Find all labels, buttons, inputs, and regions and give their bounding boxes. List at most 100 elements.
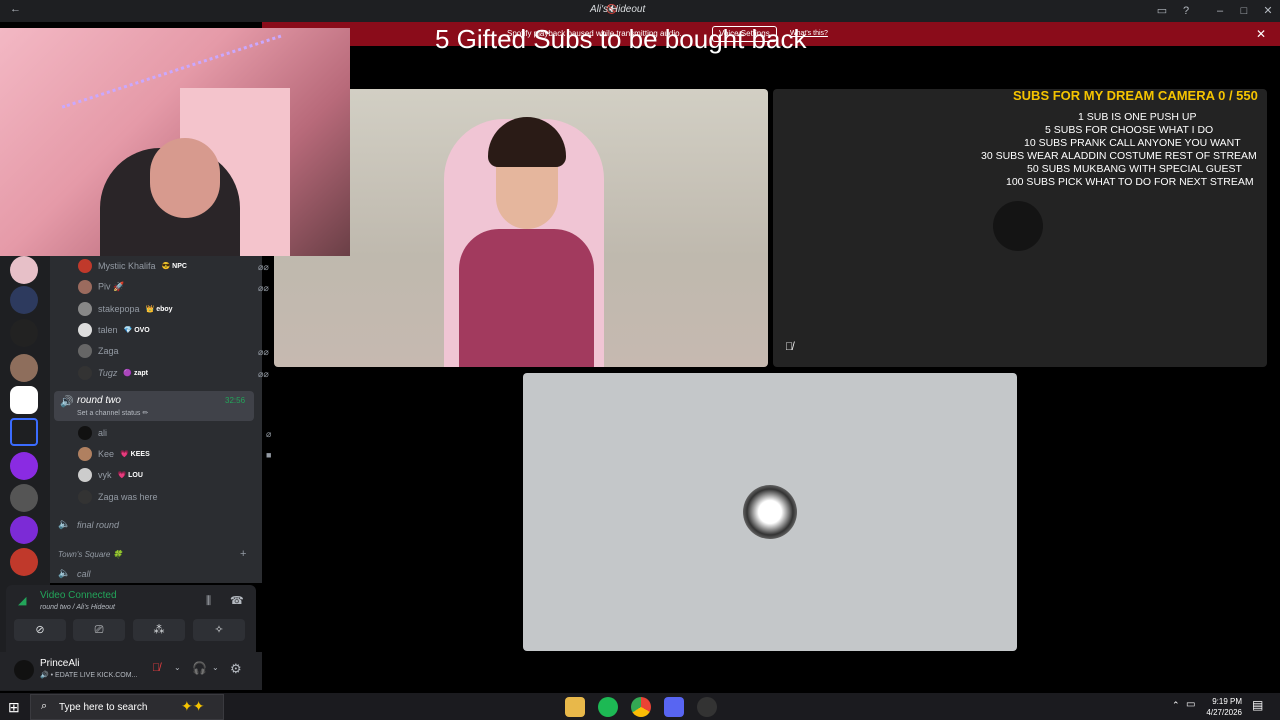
member-tag: 👑 eboy [145,306,173,313]
category-towns-square[interactable]: Town's Square 🍀 [58,550,123,559]
taskbar-search[interactable]: ⌕ Type here to search ✦✦ [30,694,224,720]
mic-muted-icon: 🎙̸ [785,341,794,353]
voice-location[interactable]: round two / Ali's Hideout [40,604,115,611]
chrome-icon[interactable] [631,697,651,717]
subs-line: 30 SUBS WEAR ALADDIN COSTUME REST OF STR… [981,150,1257,162]
server-icon[interactable] [10,386,38,414]
clock-time: 9:19 PM [1212,697,1242,706]
voice-member[interactable]: Zaga ⌀⌀ [28,344,269,364]
subs-goal-title: SUBS FOR MY DREAM CAMERA 0 / 550 [1013,88,1258,103]
member-name: talen [98,325,118,335]
noise-suppression-icon[interactable]: ⫼ [206,595,211,608]
mic-muted-icon: ⌀⌀ [258,369,269,379]
file-explorer-icon[interactable] [565,697,585,717]
member-tag: 💎 OVO [123,327,150,334]
member-name: stakepopa [98,304,140,314]
obs-icon[interactable] [697,697,717,717]
member-name: Kee [98,449,115,459]
chevron-down-icon[interactable]: ⌄ [174,663,181,672]
connection-signal-icon[interactable]: ◢ [18,594,26,607]
member-tag: 🟣 zapt [123,370,149,377]
member-name: ali [98,428,108,438]
search-icon: ⌕ [41,700,48,712]
webcam-overlay [0,28,350,256]
member-name: Zaga [98,346,119,356]
title-bar: ← 🔇 Ali's Hideout ▭ ? – □ ✕ [0,0,1280,22]
user-avatar [993,201,1043,251]
avatar [78,490,92,504]
subs-line: 100 SUBS PICK WHAT TO DO FOR NEXT STREAM [1006,176,1254,188]
camera-off-icon[interactable]: ⊘ [14,619,66,641]
close-notice-icon[interactable]: ✕ [1256,27,1266,41]
voice-member[interactable]: Mystiic Khalifa 😎 NPC ⌀⌀ [28,259,269,279]
channel-name: round two [77,395,121,406]
voice-status: Video Connected [40,590,117,601]
speaker-icon: 🔈 [58,519,71,530]
member-name: Tugz [98,368,118,378]
soundboard-icon[interactable]: ✧ [193,619,245,641]
member-tag: 💗 LOU [117,472,143,479]
notifications-icon[interactable]: ▤ [1252,698,1263,712]
voice-member[interactable]: Zaga was here [28,490,158,510]
call-timer: 32:56 [225,396,246,405]
speaker-icon: 🔈 [58,568,71,579]
mic-muted-icon[interactable]: 🎙̸ [152,662,160,674]
user-panel: PrinceAli 🔊 • EDATE LIVE KICK.COM... 🎙̸ … [0,652,262,690]
avatar [78,366,92,380]
close-window-icon[interactable]: ✕ [1260,3,1276,19]
avatar [78,280,92,294]
avatar [78,259,92,273]
maximize-icon[interactable]: □ [1236,3,1252,19]
avatar [78,344,92,358]
clock[interactable]: 9:19 PM 4/27/2026 [1198,696,1242,718]
inbox-icon[interactable]: ▭ [1154,3,1170,19]
add-channel-icon[interactable]: + [240,548,246,560]
voice-member[interactable]: Kee 💗 KEES ■ [28,447,271,467]
voice-member[interactable]: talen 💎 OVO [28,323,150,343]
gear-icon[interactable]: ⚙ [230,661,242,677]
network-icon[interactable]: ▭ [1186,699,1195,710]
sparkle-icon: ✦✦ [181,698,205,714]
spotify-icon[interactable] [598,697,618,717]
video-tile-3[interactable] [523,373,1017,651]
mic-muted-icon: ⌀⌀ [258,347,269,357]
streamer-face [150,138,220,218]
voice-member[interactable]: ali ⌀ [28,426,271,446]
server-icon[interactable] [10,516,38,544]
help-icon[interactable]: ? [1178,3,1194,19]
voice-member[interactable]: Piv 🚀 ⌀⌀ [28,280,269,300]
discord-icon[interactable] [664,697,684,717]
voice-member[interactable]: vyk 💗 LOU [28,468,143,488]
clock-date: 4/27/2026 [1206,708,1242,717]
subs-line: 10 SUBS PRANK CALL ANYONE YOU WANT [1024,137,1241,149]
voice-member[interactable]: Tugz 🟣 zapt ⌀⌀ [28,366,269,386]
back-arrow-icon[interactable]: ← [10,3,21,15]
channel-call[interactable]: call [77,569,91,579]
avatar [78,323,92,337]
chevron-down-icon[interactable]: ⌄ [212,663,219,672]
subs-line: 1 SUB IS ONE PUSH UP [1078,111,1197,123]
headphones-icon[interactable]: 🎧 [192,661,207,675]
activities-icon[interactable]: ⁂ [133,619,185,641]
voice-channel-round-two[interactable]: 🔊 round two Set a channel status ✏ 32:56 [54,391,254,421]
minimize-icon[interactable]: – [1212,3,1228,19]
member-name: Zaga was here [98,492,158,502]
username[interactable]: PrinceAli [40,658,79,669]
video-camera-icon: ■ [266,450,272,460]
avatar[interactable] [14,660,34,680]
voice-member[interactable]: stakepopa 👑 eboy [28,302,173,322]
channel-status[interactable]: Set a channel status ✏ [77,409,148,417]
avatar [78,468,92,482]
server-icon[interactable] [10,548,38,576]
avatar [78,447,92,461]
window-title: Ali's Hideout [590,4,646,15]
custom-status: 🔊 • EDATE LIVE KICK.COM... [40,672,138,679]
member-name: Mystiic Khalifa [98,261,156,271]
share-screen-icon[interactable]: ⎚ [73,619,125,641]
speaker-icon: 🔊 [60,396,74,408]
chevron-up-icon[interactable]: ⌃ [1172,700,1180,711]
disconnect-icon[interactable]: ☎ [230,594,244,607]
subs-line: 50 SUBS MUKBANG WITH SPECIAL GUEST [1027,163,1242,175]
windows-start-icon[interactable]: ⊞ [8,699,20,716]
channel-final-round[interactable]: final round [77,520,119,530]
